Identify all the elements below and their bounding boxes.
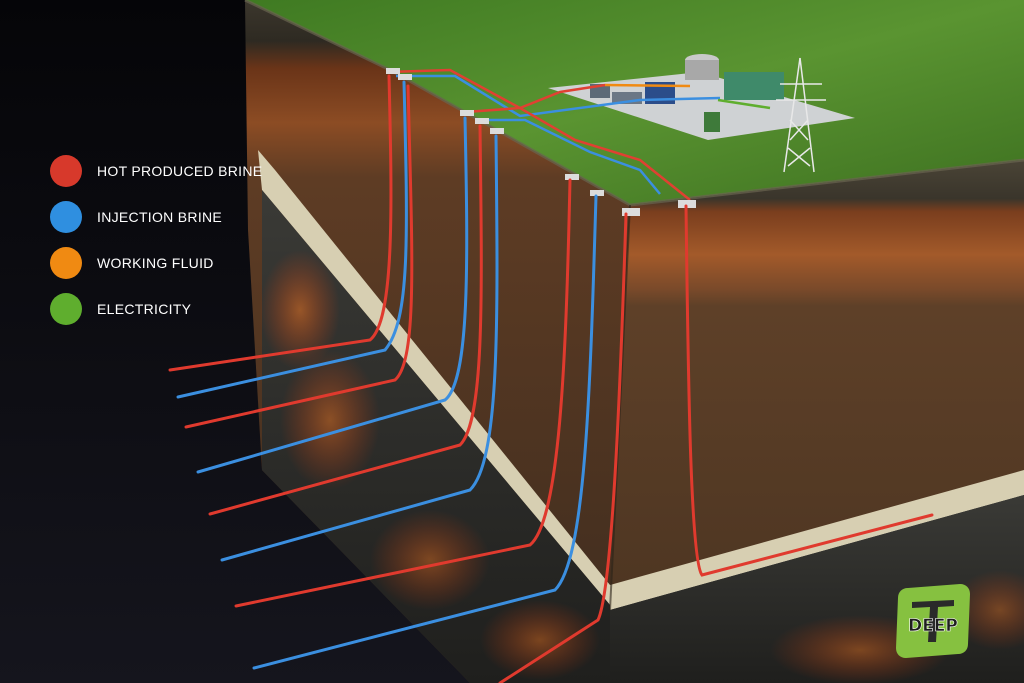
legend-label: WORKING FLUID [97, 255, 214, 271]
lava-glow [480, 600, 600, 680]
transformer [704, 112, 720, 132]
legend-item-hot-produced-brine: HOT PRODUCED BRINE [50, 148, 262, 194]
storage-tank [685, 60, 719, 80]
geothermal-diagram: HOT PRODUCED BRINE INJECTION BRINE WORKI… [0, 0, 1024, 683]
working-fluid-dot-icon [50, 247, 82, 279]
legend-label: HOT PRODUCED BRINE [97, 163, 263, 179]
legend-item-injection-brine: INJECTION BRINE [50, 194, 262, 240]
legend: HOT PRODUCED BRINE INJECTION BRINE WORKI… [50, 148, 262, 332]
legend-label: INJECTION BRINE [97, 209, 223, 225]
lava-glow [370, 510, 490, 610]
deep-logo: DEEP [894, 582, 972, 660]
deep-logo-icon: DEEP [896, 584, 970, 658]
legend-item-working-fluid: WORKING FLUID [50, 240, 262, 286]
hot-produced-brine-dot-icon [50, 155, 82, 187]
injection-brine-dot-icon [50, 201, 82, 233]
cooling-unit [724, 72, 784, 100]
cross-section-scene [0, 0, 1024, 683]
legend-item-electricity: ELECTRICITY [50, 286, 262, 332]
logo-text: DEEP [908, 616, 958, 636]
electricity-dot-icon [50, 293, 82, 325]
legend-label: ELECTRICITY [97, 301, 192, 317]
